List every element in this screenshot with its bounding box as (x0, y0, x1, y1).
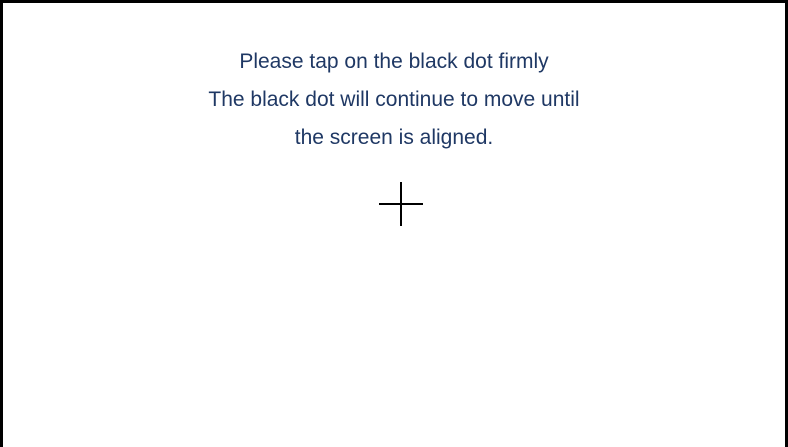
instruction-line-3: the screen is aligned. (294, 126, 494, 149)
calibration-instructions: Please tap on the black dot firmly The b… (3, 43, 785, 157)
crosshair-vertical-stroke (400, 182, 402, 226)
calibration-screen: Please tap on the black dot firmly The b… (0, 0, 788, 447)
instruction-line-1: Please tap on the black dot firmly (239, 50, 549, 73)
crosshair-icon[interactable] (379, 182, 423, 226)
instruction-line-2: The black dot will continue to move unti… (208, 88, 580, 111)
